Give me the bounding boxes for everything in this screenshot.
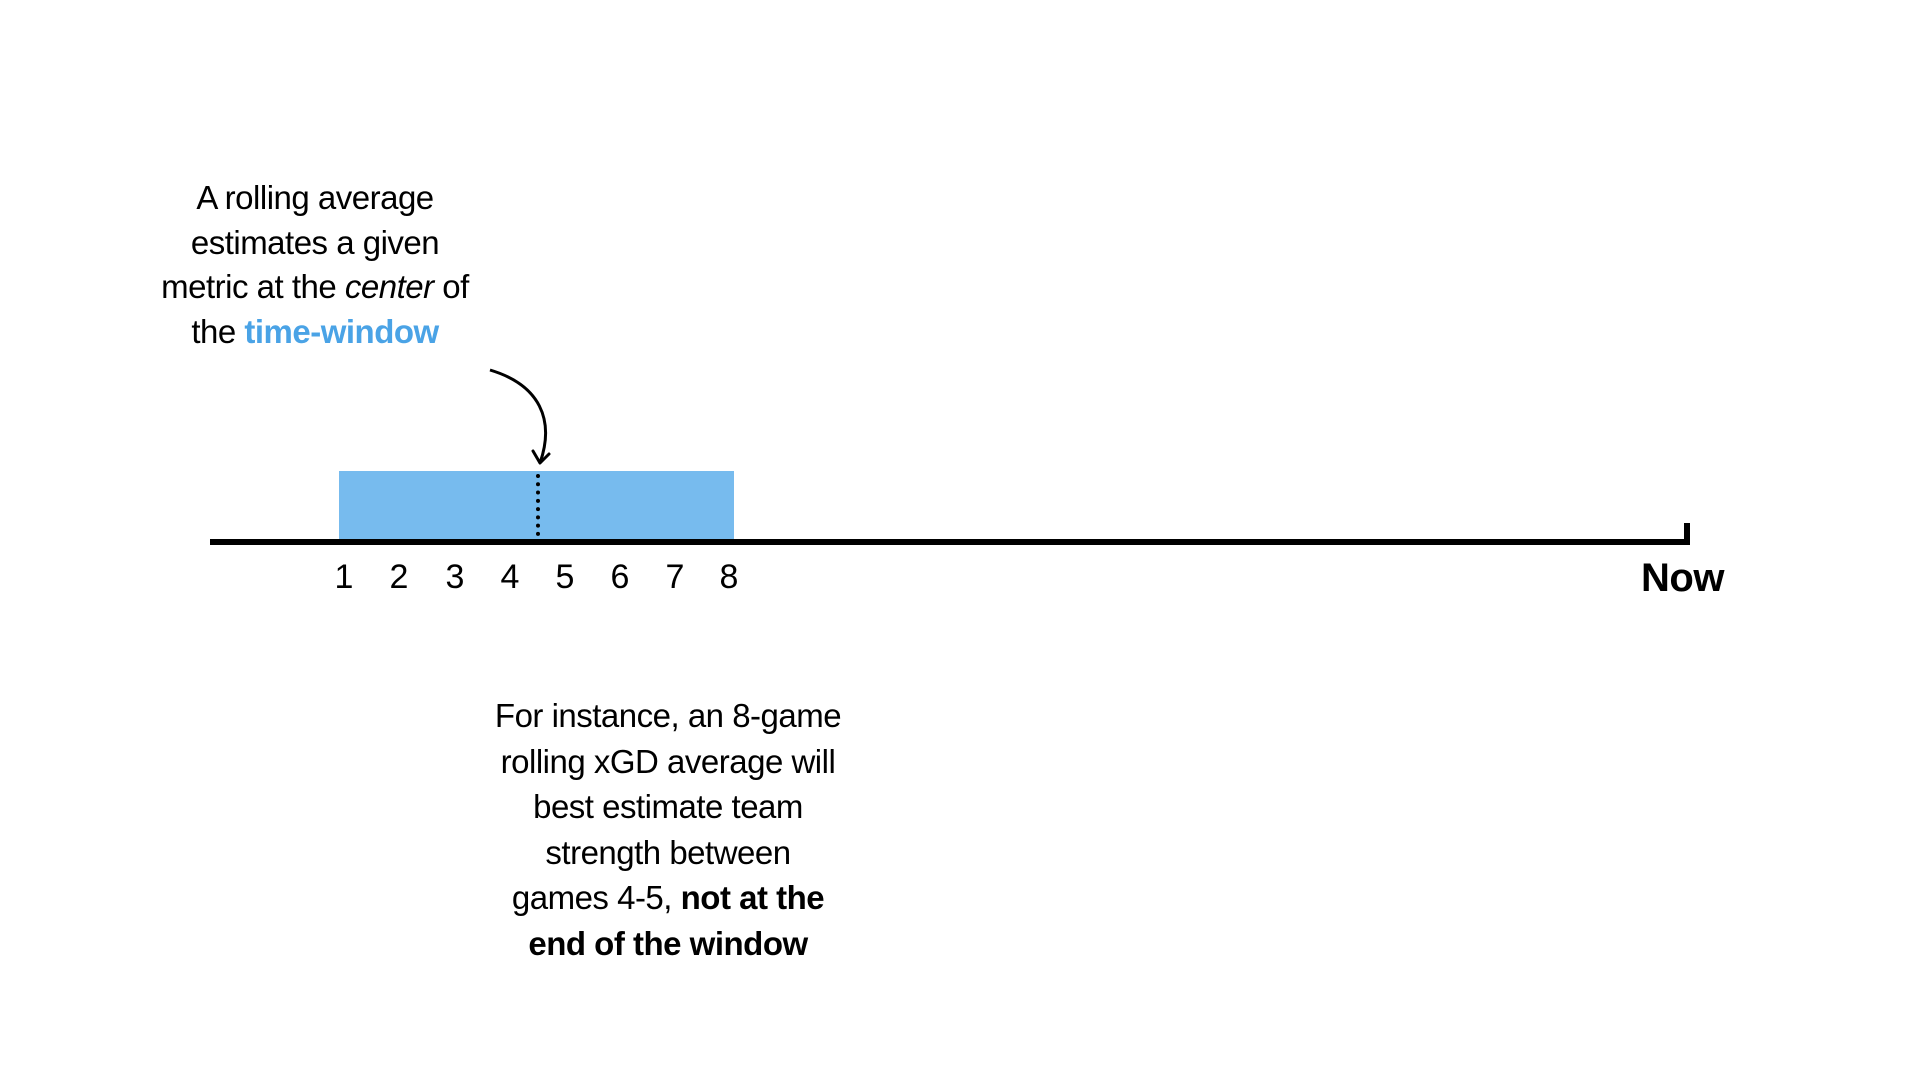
bottom-caption-line6: end of the window bbox=[528, 925, 807, 962]
diagram-stage: 1 2 3 4 5 6 7 8 Now A rolling average es… bbox=[0, 0, 1920, 1080]
tick-1: 1 bbox=[335, 558, 354, 597]
top-caption-line4b: time-window bbox=[244, 313, 438, 350]
bottom-caption-line1: For instance, an 8-game bbox=[495, 697, 841, 734]
bottom-caption-line2: rolling xGD average will bbox=[501, 743, 836, 780]
tick-4: 4 bbox=[501, 558, 520, 597]
now-label: Now bbox=[1641, 556, 1724, 601]
annotation-arrow bbox=[470, 365, 590, 475]
bottom-caption-line3: best estimate team bbox=[533, 788, 803, 825]
top-caption-line3b: center bbox=[345, 268, 434, 305]
bottom-caption-line4: strength between bbox=[545, 834, 790, 871]
top-caption-line3c: of bbox=[434, 268, 469, 305]
top-caption-line4a: the bbox=[191, 313, 244, 350]
tick-6: 6 bbox=[611, 558, 630, 597]
tick-5: 5 bbox=[556, 558, 575, 597]
tick-2: 2 bbox=[390, 558, 409, 597]
bottom-caption-line5b: not at the bbox=[681, 879, 824, 916]
top-caption-line3a: metric at the bbox=[161, 268, 345, 305]
bottom-caption-line5a: games 4-5, bbox=[512, 879, 681, 916]
tick-7: 7 bbox=[666, 558, 685, 597]
window-center-marker bbox=[536, 474, 540, 536]
bottom-caption: For instance, an 8-game rolling xGD aver… bbox=[468, 693, 868, 966]
top-caption-line2: estimates a given bbox=[191, 224, 439, 261]
tick-8: 8 bbox=[720, 558, 739, 597]
tick-3: 3 bbox=[446, 558, 465, 597]
top-caption: A rolling average estimates a given metr… bbox=[130, 176, 500, 354]
timeline-end-tick bbox=[1684, 523, 1690, 545]
top-caption-line1: A rolling average bbox=[196, 179, 433, 216]
timeline-axis bbox=[210, 539, 1690, 545]
